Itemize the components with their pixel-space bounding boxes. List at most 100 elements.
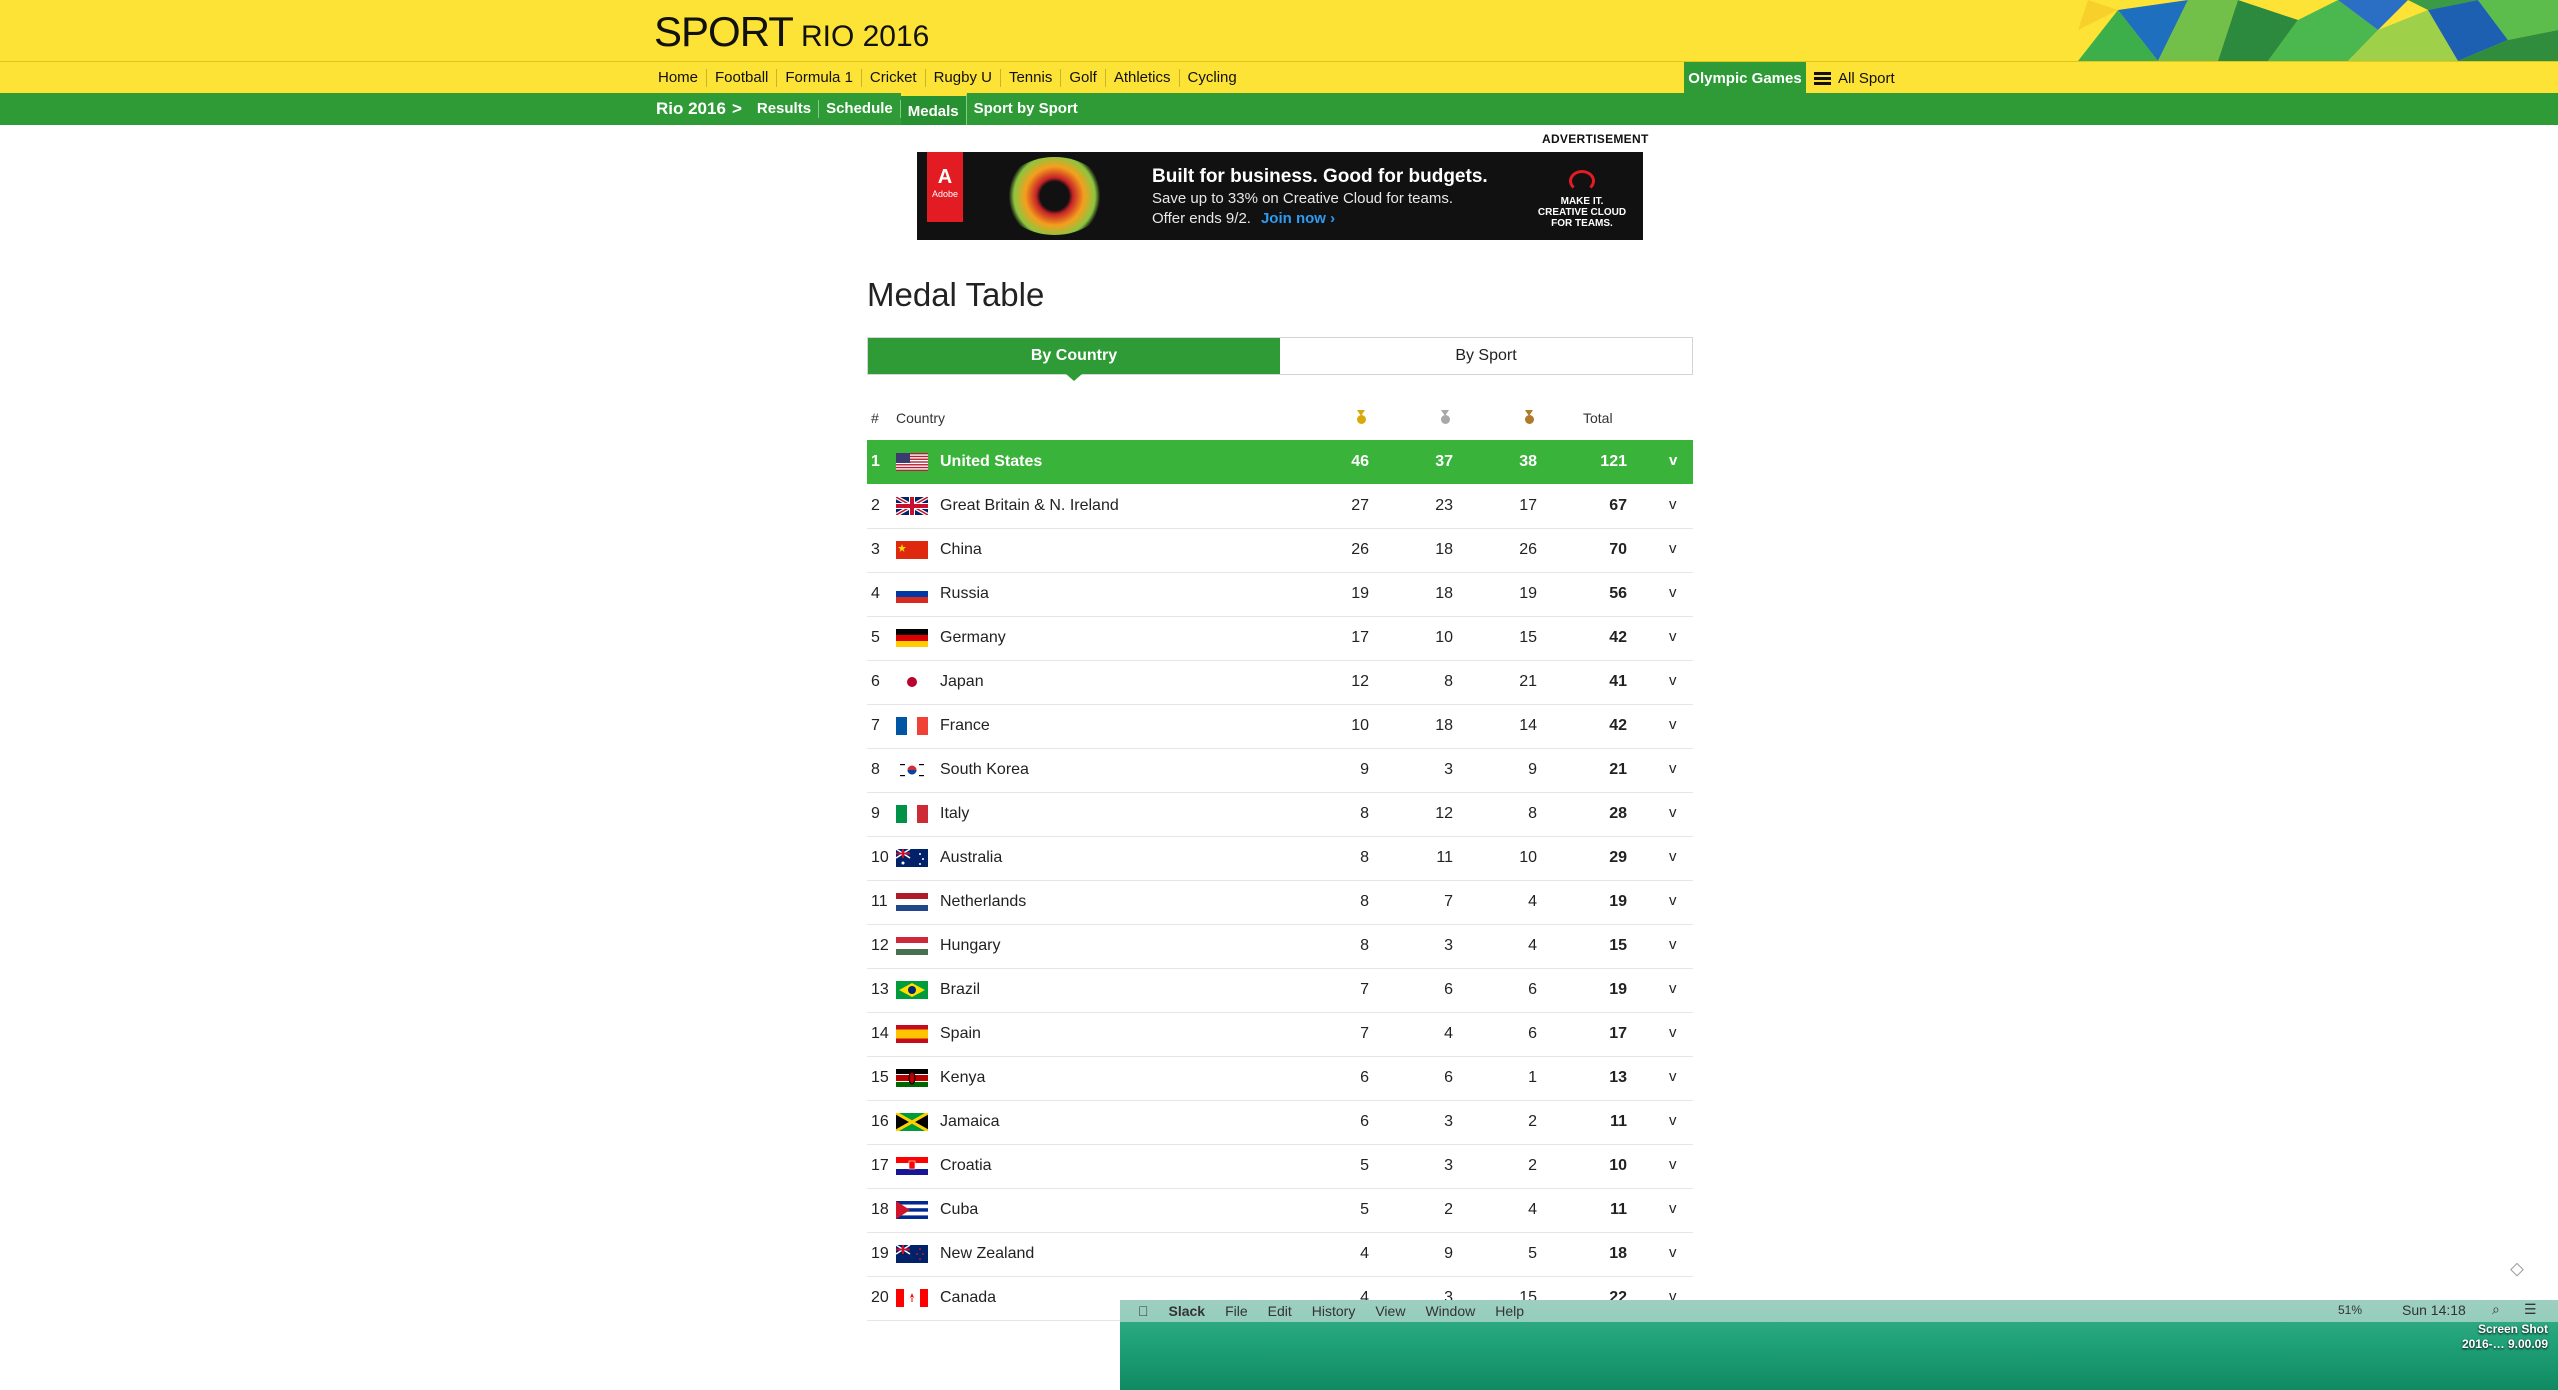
- table-row[interactable]: 16 Jamaica 6 3 2 11 v: [867, 1100, 1693, 1145]
- row-country: Netherlands: [940, 893, 1027, 910]
- row-rank: 1: [871, 453, 880, 470]
- row-bronze: 19: [1519, 585, 1537, 602]
- menu-history[interactable]: History: [1312, 1303, 1356, 1319]
- spotlight-search-icon[interactable]: ⌕: [2492, 1301, 2500, 1318]
- expand-chevron-icon[interactable]: v: [1669, 804, 1677, 821]
- row-rank: 13: [871, 981, 889, 998]
- nav-item-home[interactable]: Home: [650, 69, 708, 87]
- row-rank: 7: [871, 717, 880, 734]
- table-row[interactable]: 14 Spain 7 4 6 17 v: [867, 1012, 1693, 1057]
- table-row[interactable]: 13 Brazil 7 6 6 19 v: [867, 968, 1693, 1013]
- nav-item-golf[interactable]: Golf: [1061, 69, 1106, 87]
- nav-item-cycling[interactable]: Cycling: [1180, 69, 1245, 87]
- table-row[interactable]: 3 China 26 18 26 70 v: [867, 528, 1693, 573]
- nav-item-cricket[interactable]: Cricket: [862, 69, 926, 87]
- row-total: 11: [1610, 1201, 1627, 1218]
- expand-chevron-icon[interactable]: v: [1669, 1156, 1677, 1173]
- site-logo[interactable]: SPORT RIO 2016: [654, 8, 929, 56]
- expand-chevron-icon[interactable]: v: [1669, 1200, 1677, 1217]
- expand-chevron-icon[interactable]: v: [1669, 540, 1677, 557]
- subnav-medals[interactable]: Medals: [900, 93, 967, 125]
- row-gold: 27: [1351, 497, 1369, 514]
- menu-view[interactable]: View: [1375, 1303, 1405, 1319]
- all-sport-menu[interactable]: All Sport: [1814, 62, 1895, 94]
- expand-chevron-icon[interactable]: v: [1669, 892, 1677, 909]
- table-row[interactable]: 11 Netherlands 8 7 4 19 v: [867, 880, 1693, 925]
- menu-app-slack[interactable]: Slack: [1169, 1303, 1206, 1319]
- nav-item-rugby-u[interactable]: Rugby U: [926, 69, 1001, 87]
- subnav-schedule[interactable]: Schedule: [819, 100, 901, 118]
- tab-by-country[interactable]: By Country: [868, 338, 1280, 381]
- menubar-clock[interactable]: Sun 14:18: [2402, 1302, 2466, 1318]
- row-gold: 26: [1351, 541, 1369, 558]
- olympic-games-link[interactable]: Olympic Games: [1684, 62, 1806, 94]
- table-row[interactable]: 4 Russia 19 18 19 56 v: [867, 572, 1693, 617]
- expand-chevron-icon[interactable]: v: [1669, 1112, 1677, 1129]
- expand-chevron-icon[interactable]: v: [1669, 760, 1677, 777]
- flag-es-icon: [896, 1025, 928, 1043]
- expand-chevron-icon[interactable]: v: [1669, 628, 1677, 645]
- expand-chevron-icon[interactable]: v: [1669, 848, 1677, 865]
- expand-chevron-icon[interactable]: v: [1669, 1068, 1677, 1085]
- menu-file[interactable]: File: [1225, 1303, 1248, 1319]
- row-gold: 10: [1351, 717, 1369, 734]
- subnav-results[interactable]: Results: [750, 100, 820, 118]
- table-row[interactable]: 6 Japan 12 8 21 41 v: [867, 660, 1693, 705]
- table-row[interactable]: 1 United States 46 37 38 121 v: [867, 440, 1693, 484]
- rio-2016-link[interactable]: Rio 2016: [656, 99, 726, 119]
- row-country: Kenya: [940, 1069, 986, 1086]
- expand-chevron-icon[interactable]: v: [1669, 716, 1677, 733]
- expand-chevron-icon[interactable]: v: [1669, 936, 1677, 953]
- ad-line-1: Save up to 33% on Creative Cloud for tea…: [1152, 190, 1453, 207]
- table-row[interactable]: 17 Croatia 5 3 2 10 v: [867, 1144, 1693, 1189]
- row-country: New Zealand: [940, 1245, 1035, 1262]
- row-silver: 6: [1444, 981, 1453, 998]
- ad-join-link[interactable]: Join now ›: [1261, 210, 1335, 227]
- notification-center-icon[interactable]: ☰: [2524, 1301, 2537, 1318]
- table-row[interactable]: 2 Great Britain & N. Ireland 27 23 17 67 v: [867, 484, 1693, 529]
- ad-headline: Built for business. Good for budgets.: [1152, 166, 1488, 187]
- battery-percent[interactable]: 51%: [2338, 1303, 2362, 1317]
- desktop-file-screenshot[interactable]: Screen Shot 2016-… 9.00.09: [2438, 1322, 2548, 1352]
- row-gold: 17: [1351, 629, 1369, 646]
- apple-menu-icon[interactable]: : [1138, 1303, 1149, 1319]
- subnav-sport-by-sport[interactable]: Sport by Sport: [967, 100, 1085, 118]
- flag-hr-icon: [896, 1157, 928, 1175]
- row-total: 19: [1609, 893, 1627, 910]
- tag-icon[interactable]: ⬦: [2510, 1258, 2534, 1282]
- menu-edit[interactable]: Edit: [1268, 1303, 1292, 1319]
- flag-ke-icon: [896, 1069, 928, 1087]
- expand-chevron-icon[interactable]: v: [1669, 584, 1677, 601]
- nav-item-athletics[interactable]: Athletics: [1106, 69, 1180, 87]
- adobe-advertisement[interactable]: A Adobe Built for business. Good for bud…: [917, 152, 1643, 240]
- expand-chevron-icon[interactable]: v: [1669, 496, 1677, 513]
- table-row[interactable]: 8 South Korea 9 3 9 21 v: [867, 748, 1693, 793]
- tab-by-sport[interactable]: By Sport: [1280, 338, 1692, 374]
- expand-chevron-icon[interactable]: v: [1669, 1244, 1677, 1261]
- table-row[interactable]: 7 France 10 18 14 42 v: [867, 704, 1693, 749]
- expand-chevron-icon[interactable]: v: [1669, 980, 1677, 997]
- table-row[interactable]: 12 Hungary 8 3 4 15 v: [867, 924, 1693, 969]
- expand-chevron-icon[interactable]: v: [1669, 1024, 1677, 1041]
- flag-ca-icon: [896, 1289, 928, 1307]
- row-country: United States: [940, 453, 1043, 470]
- row-silver: 4: [1444, 1025, 1453, 1042]
- expand-chevron-icon[interactable]: v: [1669, 452, 1677, 469]
- row-silver: 9: [1444, 1245, 1453, 1262]
- row-country: Italy: [940, 805, 970, 822]
- bronze-medal-icon: [1522, 410, 1536, 426]
- nav-item-football[interactable]: Football: [707, 69, 778, 87]
- menu-help[interactable]: Help: [1495, 1303, 1524, 1319]
- row-country: Brazil: [940, 981, 981, 998]
- expand-chevron-icon[interactable]: v: [1669, 672, 1677, 689]
- table-row[interactable]: 5 Germany 17 10 15 42 v: [867, 616, 1693, 661]
- nav-item-formula-1[interactable]: Formula 1: [777, 69, 862, 87]
- table-row[interactable]: 18 Cuba 5 2 4 11 v: [867, 1188, 1693, 1233]
- menu-window[interactable]: Window: [1425, 1303, 1475, 1319]
- table-row[interactable]: 15 Kenya 6 6 1 13 v: [867, 1056, 1693, 1101]
- table-row[interactable]: 19 New Zealand 4 9 5 18 v: [867, 1232, 1693, 1277]
- nav-item-tennis[interactable]: Tennis: [1001, 69, 1062, 87]
- row-rank: 20: [871, 1289, 889, 1306]
- table-row[interactable]: 10 Australia 8 11 10 29 v: [867, 836, 1693, 881]
- table-row[interactable]: 9 Italy 8 12 8 28 v: [867, 792, 1693, 837]
